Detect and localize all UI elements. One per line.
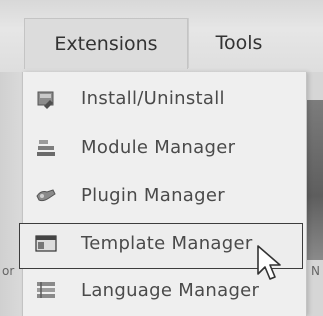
template-icon [35,235,57,252]
background-left-strip [0,72,22,316]
plugin-icon [36,189,56,202]
mouse-pointer-icon [257,245,281,280]
menu-item-label: Template Manager [81,233,253,254]
menu-item-label: Install/Uninstall [81,88,225,109]
background-right-strip [305,72,323,316]
install-icon [37,91,54,109]
menu-item-module-manager[interactable]: Module Manager [23,123,306,173]
menu-item-label: Module Manager [81,137,236,158]
menu-item-label: Plugin Manager [81,185,225,206]
menu-item-label: Language Manager [81,280,260,301]
menu-tab-tools[interactable]: Tools [188,18,289,68]
menu-tab-extensions[interactable]: Extensions [24,18,188,69]
menu-item-plugin-manager[interactable]: Plugin Manager [23,171,306,221]
background-text-fragment-left: or [2,264,15,278]
background-text-fragment-right: N [311,264,320,278]
menu-bar: Extensions Tools [0,0,323,73]
language-icon [37,282,55,298]
module-icon [37,140,55,156]
menu-item-install-uninstall[interactable]: Install/Uninstall [23,74,306,124]
background-image-fragment [307,100,323,260]
